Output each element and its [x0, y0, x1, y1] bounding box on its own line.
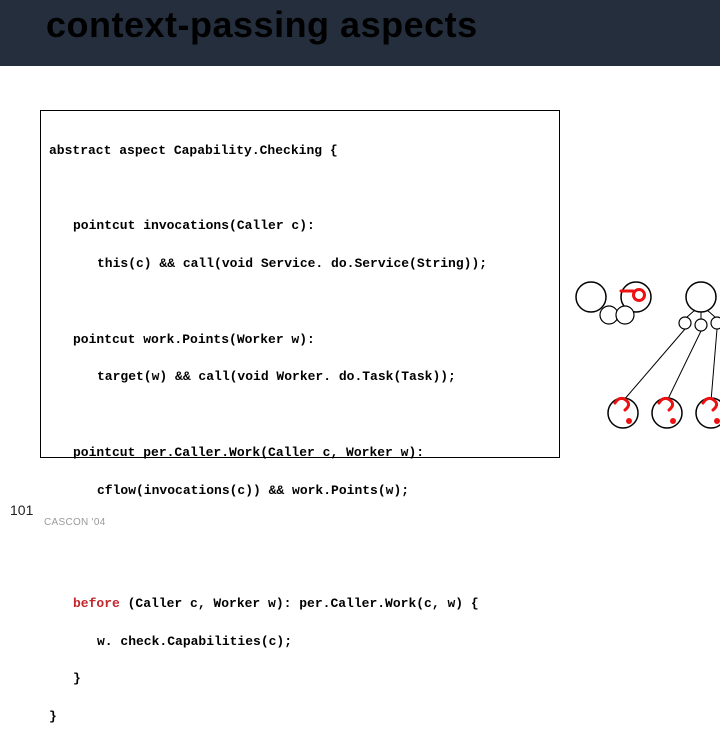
code-line: pointcut per.Caller.Work(Caller c, Worke…	[49, 444, 551, 463]
keyword-before: before	[73, 596, 120, 611]
code-line: this(c) && call(void Service. do.Service…	[49, 255, 551, 274]
code-line: pointcut work.Points(Worker w):	[49, 331, 551, 350]
code-line: abstract aspect Capability.Checking {	[49, 142, 551, 161]
code-line: }	[49, 670, 551, 689]
footer-event: CASCON '04	[44, 517, 106, 528]
flow-diagram	[567, 273, 720, 453]
code-line: target(w) && call(void Worker. do.Task(T…	[49, 368, 551, 387]
code-line: before (Caller c, Worker w): per.Caller.…	[49, 595, 551, 614]
slide-number: 101	[10, 502, 33, 518]
code-line: w. check.Capabilities(c);	[49, 633, 551, 652]
code-line: pointcut invocations(Caller c):	[49, 217, 551, 236]
slide-title: context-passing aspects	[46, 4, 478, 46]
code-line: cflow(invocations(c)) && work.Points(w);	[49, 482, 551, 501]
code-block: abstract aspect Capability.Checking { po…	[40, 110, 560, 458]
code-line: }	[49, 708, 551, 727]
